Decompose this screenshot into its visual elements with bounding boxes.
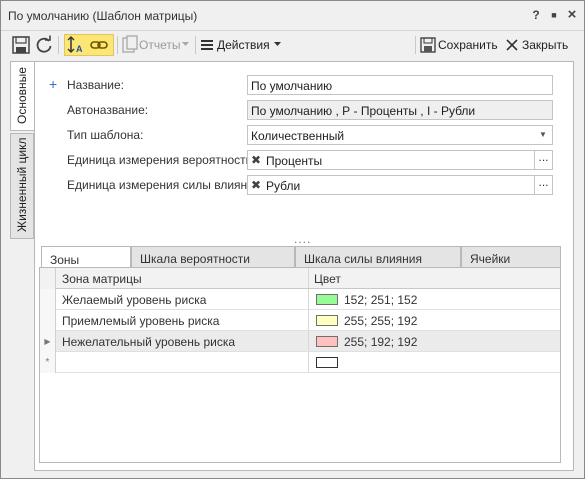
table-row[interactable]: Приемлемый уровень риска 255; 255; 192 xyxy=(40,310,560,331)
toolbar: A Отчеты Действия Сохранить Закрыть xyxy=(6,32,579,58)
ellipsis-button[interactable]: ... xyxy=(534,176,552,194)
side-tabs: Основные Жизненный цикл xyxy=(10,61,36,241)
svg-text:A: A xyxy=(76,44,83,54)
column-header-zone[interactable]: Зона матрицы xyxy=(58,268,142,289)
name-label: Название: xyxy=(67,78,124,92)
save-icon[interactable] xyxy=(418,35,438,55)
matrix-template-window: По умолчанию (Шаблон матрицы) ? ■ × A От… xyxy=(0,0,585,479)
splitter-handle[interactable]: .... xyxy=(294,232,311,246)
toolbar-separator xyxy=(117,36,118,54)
window-title: По умолчанию (Шаблон матрицы) xyxy=(8,9,198,23)
new-color-cell[interactable] xyxy=(308,352,560,373)
autoname-value: По умолчанию , Р - Проценты , I - Рубли xyxy=(251,104,476,118)
name-value: По умолчанию xyxy=(251,79,333,93)
close-window-button[interactable]: × xyxy=(564,7,580,23)
plus-icon[interactable]: + xyxy=(49,76,57,92)
color-swatch xyxy=(316,294,338,305)
chevron-down-icon[interactable]: ▼ xyxy=(534,126,552,144)
probability-unit-label: Единица измерения вероятности: xyxy=(67,153,256,167)
tab-probability-scale[interactable]: Шкала вероятности xyxy=(131,246,295,268)
toolbar-separator xyxy=(415,36,416,54)
zone-cell[interactable]: Нежелательный уровень риска xyxy=(58,331,235,352)
toolbar-separator xyxy=(195,36,196,54)
tab-zones-label: Зоны xyxy=(50,253,80,267)
form-row-probability-unit: Единица измерения вероятности: ✖ Процент… xyxy=(35,150,565,170)
tab-zones[interactable]: Зоны xyxy=(41,246,131,269)
close-button[interactable]: Закрыть xyxy=(522,38,568,52)
new-row-indicator: * xyxy=(40,352,56,373)
probability-unit-field[interactable]: ✖ Проценты ... xyxy=(247,150,553,170)
column-divider xyxy=(308,268,309,288)
reports-menu: Отчеты xyxy=(139,38,181,52)
current-row-indicator: ▶ xyxy=(40,331,56,352)
table-row[interactable]: Желаемый уровень риска 152; 251; 152 xyxy=(40,289,560,310)
table-row-current[interactable]: ▶ Нежелательный уровень риска 255; 192; … xyxy=(40,331,560,352)
autoname-label: Автоназвание: xyxy=(67,103,149,117)
clear-icon[interactable]: ✖ xyxy=(251,178,261,192)
color-swatch xyxy=(316,315,338,326)
save-disk-icon[interactable] xyxy=(11,35,31,55)
color-swatch xyxy=(316,336,338,347)
tab-impact-scale-label: Шкала силы влияния xyxy=(304,252,422,266)
zone-cell[interactable]: Желаемый уровень риска xyxy=(58,289,206,310)
form-row-name: + Название: По умолчанию xyxy=(35,75,565,95)
color-swatch-empty xyxy=(316,357,338,368)
detail-tabs: Зоны Шкала вероятности Шкала силы влияни… xyxy=(41,246,561,269)
row-indicator xyxy=(40,310,56,331)
color-value: 152; 251; 152 xyxy=(344,293,418,307)
side-tab-main-label: Основные xyxy=(15,67,29,124)
color-value: 255; 192; 192 xyxy=(344,335,418,349)
menu-lines-icon xyxy=(201,40,213,50)
clear-icon[interactable]: ✖ xyxy=(251,153,261,167)
grid-header: Зона матрицы Цвет xyxy=(40,268,560,289)
template-type-label: Тип шаблона: xyxy=(67,128,144,142)
impact-unit-field[interactable]: ✖ Рубли ... xyxy=(247,175,553,195)
color-cell[interactable]: 255; 192; 192 xyxy=(308,331,560,352)
tab-probability-scale-label: Шкала вероятности xyxy=(140,252,250,266)
row-indicator-header xyxy=(40,268,56,289)
column-header-color[interactable]: Цвет xyxy=(310,268,341,289)
refresh-icon[interactable] xyxy=(34,35,54,55)
zones-grid: Зона матрицы Цвет Желаемый уровень риска… xyxy=(39,267,561,463)
main-panel: + Название: По умолчанию Автоназвание: П… xyxy=(34,61,574,471)
ellipsis-button[interactable]: ... xyxy=(534,151,552,169)
color-value: 255; 255; 192 xyxy=(344,314,418,328)
side-tab-lifecycle-label: Жизненный цикл xyxy=(15,137,29,232)
tab-impact-scale[interactable]: Шкала силы влияния xyxy=(295,246,461,268)
title-bar: По умолчанию (Шаблон матрицы) ? ■ × xyxy=(1,1,584,31)
side-tab-main[interactable]: Основные xyxy=(10,61,36,131)
toolbar-separator xyxy=(58,36,59,54)
tab-cells-label: Ячейки xyxy=(470,252,511,266)
form-row-autoname: Автоназвание: По умолчанию , Р - Процент… xyxy=(35,100,565,120)
tab-cells[interactable]: Ячейки xyxy=(461,246,561,268)
reports-icon xyxy=(122,35,138,53)
help-button[interactable]: ? xyxy=(528,7,544,23)
actions-menu[interactable]: Действия xyxy=(217,38,270,52)
new-row[interactable]: * xyxy=(40,352,560,373)
sort-az-icon[interactable]: A xyxy=(66,35,86,55)
color-cell[interactable]: 255; 255; 192 xyxy=(308,310,560,331)
chevron-down-icon xyxy=(182,42,189,46)
probability-unit-value: Проценты xyxy=(266,154,323,168)
restore-button[interactable]: ■ xyxy=(546,7,562,23)
template-type-select[interactable]: Количественный ▼ xyxy=(247,125,553,145)
color-cell[interactable]: 152; 251; 152 xyxy=(308,289,560,310)
name-field[interactable]: По умолчанию xyxy=(247,75,553,95)
autoname-field: По умолчанию , Р - Проценты , I - Рубли xyxy=(247,100,553,120)
row-indicator xyxy=(40,289,56,310)
side-tab-lifecycle[interactable]: Жизненный цикл xyxy=(10,133,34,239)
zone-cell[interactable]: Приемлемый уровень риска xyxy=(58,310,219,331)
save-button[interactable]: Сохранить xyxy=(438,38,498,52)
form-row-impact-unit: Единица измерения силы влияния: ✖ Рубли … xyxy=(35,175,565,195)
chevron-down-icon xyxy=(274,42,281,46)
template-type-value: Количественный xyxy=(251,129,345,143)
link-icon[interactable] xyxy=(89,35,109,55)
impact-unit-value: Рубли xyxy=(266,179,301,193)
close-icon[interactable] xyxy=(502,35,522,55)
impact-unit-label: Единица измерения силы влияния: xyxy=(67,178,264,192)
form-row-template-type: Тип шаблона: Количественный ▼ xyxy=(35,125,565,145)
